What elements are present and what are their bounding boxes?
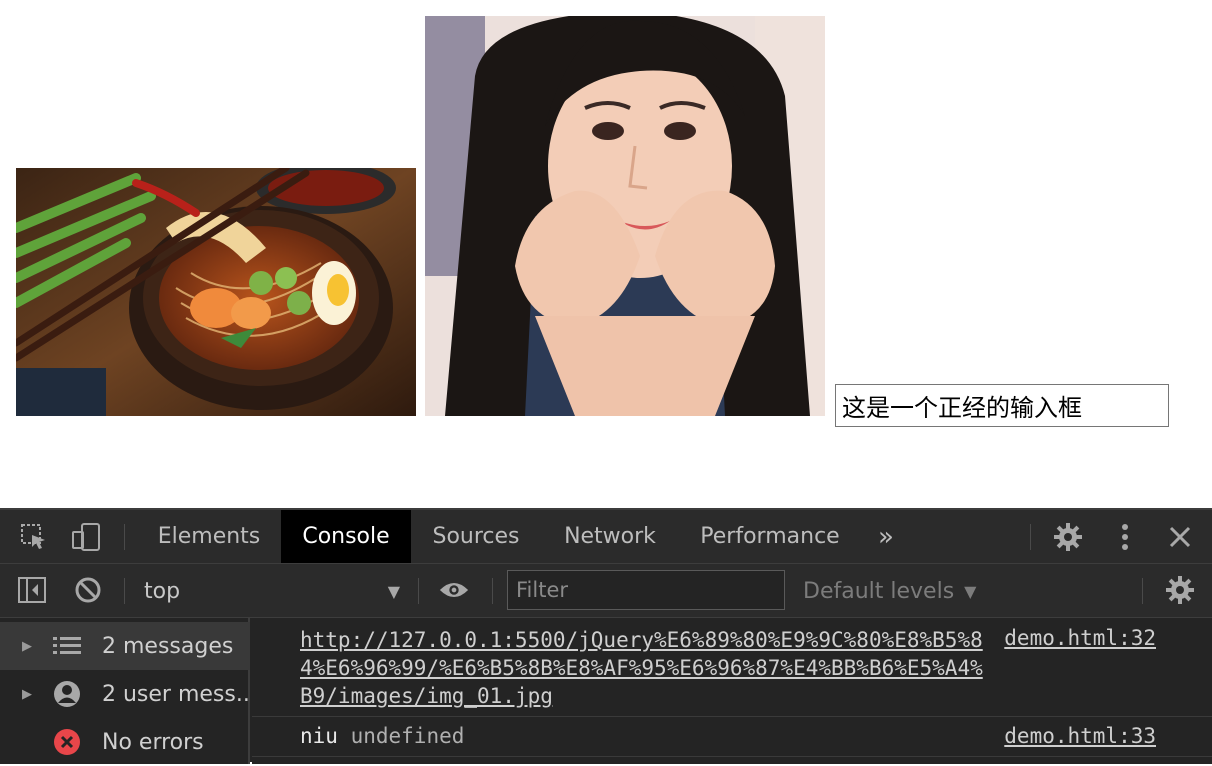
sidebar-item-user-messages[interactable]: ▶ 2 user mess... (0, 670, 250, 718)
settings-gear-icon[interactable] (1052, 521, 1084, 553)
context-selector[interactable]: top ▼ (130, 572, 410, 610)
clear-console-icon[interactable] (72, 574, 104, 606)
default-levels-dropdown[interactable]: Default levels ▼ (803, 572, 976, 610)
source-link[interactable]: demo.html:33 (1004, 724, 1156, 748)
more-options-icon[interactable] (1109, 521, 1141, 553)
console-message: http://127.0.0.1:5500/jQuery%E6%89%80%E9… (252, 618, 1212, 717)
device-toolbar-icon[interactable] (70, 521, 102, 553)
filter-input[interactable] (507, 570, 785, 610)
show-sidebar-icon[interactable] (16, 574, 48, 606)
log-value: undefined (350, 724, 465, 748)
expand-arrow-icon[interactable]: ▶ (22, 639, 32, 654)
sidebar-item-label: 2 user mess... (102, 681, 248, 707)
portrait-image (425, 16, 825, 416)
sidebar-item-label: 2 messages (102, 633, 234, 659)
sidebar-item-messages[interactable]: ▶ 2 messages (0, 622, 250, 670)
devtools-tab-bar: Elements Console Sources Network Perform… (0, 510, 1212, 564)
sidebar-item-errors[interactable]: No errors (0, 718, 250, 766)
console-settings-gear-icon[interactable] (1164, 574, 1196, 606)
toolbar-separator (1142, 578, 1143, 604)
sidebar-item-label: No errors (102, 729, 204, 755)
toolbar-separator (124, 578, 125, 604)
expand-arrow-icon[interactable]: ▶ (22, 687, 32, 702)
inspect-element-icon[interactable] (18, 521, 50, 553)
console-sidebar: ▶ 2 messages ▶ 2 user mess... No errors (0, 618, 250, 764)
user-icon (52, 680, 82, 708)
tab-elements[interactable]: Elements (140, 510, 278, 563)
console-log-entry: niu undefined (300, 724, 464, 748)
toolbar-separator (492, 578, 493, 604)
context-selector-value: top (144, 578, 181, 604)
toolbar-separator (418, 578, 419, 604)
devtools-panel: Elements Console Sources Network Perform… (0, 508, 1212, 764)
tab-network[interactable]: Network (546, 510, 674, 563)
log-key: niu (300, 724, 338, 748)
tab-separator (1030, 524, 1031, 550)
error-icon (52, 728, 82, 756)
text-input[interactable] (835, 384, 1169, 427)
tab-performance[interactable]: Performance (684, 510, 856, 563)
default-levels-label: Default levels (803, 578, 955, 604)
list-icon (52, 632, 82, 660)
more-tabs-button[interactable]: » (866, 510, 906, 563)
console-messages: http://127.0.0.1:5500/jQuery%E6%89%80%E9… (252, 618, 1212, 764)
source-link[interactable]: demo.html:32 (1004, 626, 1156, 650)
console-url-link[interactable]: http://127.0.0.1:5500/jQuery%E6%89%80%E9… (300, 626, 988, 710)
tab-sources[interactable]: Sources (414, 510, 538, 563)
close-devtools-icon[interactable] (1164, 521, 1196, 553)
console-message: niu undefined demo.html:33 (252, 717, 1212, 757)
tab-console[interactable]: Console (281, 510, 411, 563)
console-toolbar: top ▼ Default levels ▼ (0, 564, 1212, 618)
live-expression-eye-icon[interactable] (438, 574, 470, 606)
noodle-bowl-image (16, 168, 416, 416)
page-viewport (0, 0, 1212, 508)
dropdown-caret-icon: ▼ (387, 582, 400, 601)
dropdown-caret-icon: ▼ (964, 581, 977, 601)
tab-separator (124, 524, 125, 550)
